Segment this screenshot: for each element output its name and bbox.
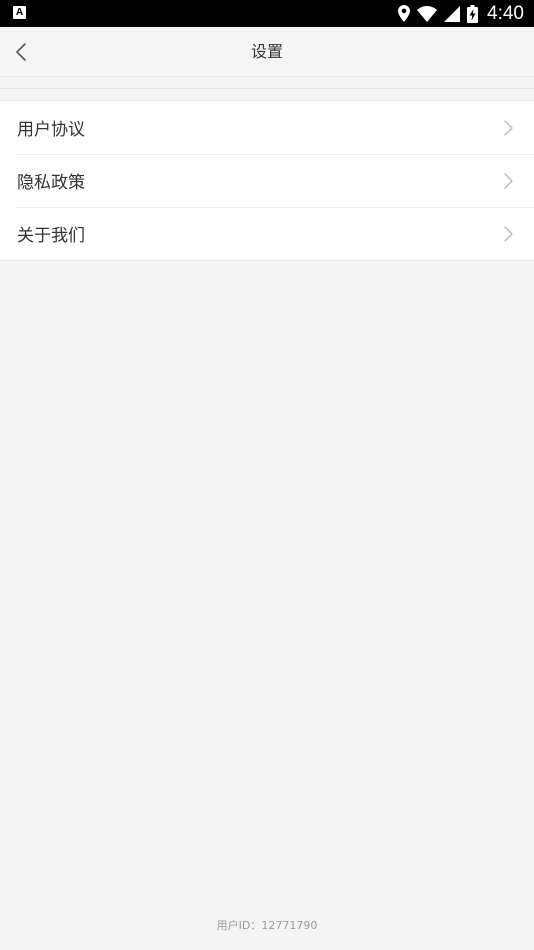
menu-item-about-us[interactable]: 关于我们 bbox=[0, 207, 534, 260]
battery-charging-icon bbox=[467, 4, 479, 23]
notification-a-label: A bbox=[15, 6, 24, 18]
menu-item-label: 用户协议 bbox=[17, 120, 85, 140]
location-icon bbox=[398, 5, 411, 22]
signal-icon bbox=[444, 5, 461, 22]
menu-item-label: 隐私政策 bbox=[17, 173, 85, 193]
page-title: 设置 bbox=[250, 42, 283, 61]
chevron-right-icon bbox=[504, 120, 513, 136]
settings-menu-list: 用户协议 隐私政策 关于我们 bbox=[0, 100, 534, 261]
status-right-group: 4:40 bbox=[398, 0, 524, 27]
chevron-right-icon bbox=[504, 226, 513, 242]
chevron-right-icon bbox=[504, 173, 513, 189]
screen: A 4:40 设置 用户协议 隐私政策 关于我们 用户ID：12771790 bbox=[0, 0, 534, 950]
menu-item-label: 关于我们 bbox=[17, 226, 85, 246]
wifi-icon bbox=[417, 5, 438, 22]
chevron-left-icon bbox=[16, 43, 26, 61]
status-time: 4:40 bbox=[487, 3, 524, 24]
nav-bar: 设置 bbox=[0, 27, 534, 77]
status-bar: A 4:40 bbox=[0, 0, 534, 27]
user-id-footer: 用户ID：12771790 bbox=[216, 919, 318, 932]
menu-item-privacy-policy[interactable]: 隐私政策 bbox=[0, 154, 534, 207]
back-button[interactable] bbox=[6, 35, 36, 69]
menu-item-user-agreement[interactable]: 用户协议 bbox=[0, 101, 534, 154]
notification-a-icon: A bbox=[13, 6, 26, 19]
